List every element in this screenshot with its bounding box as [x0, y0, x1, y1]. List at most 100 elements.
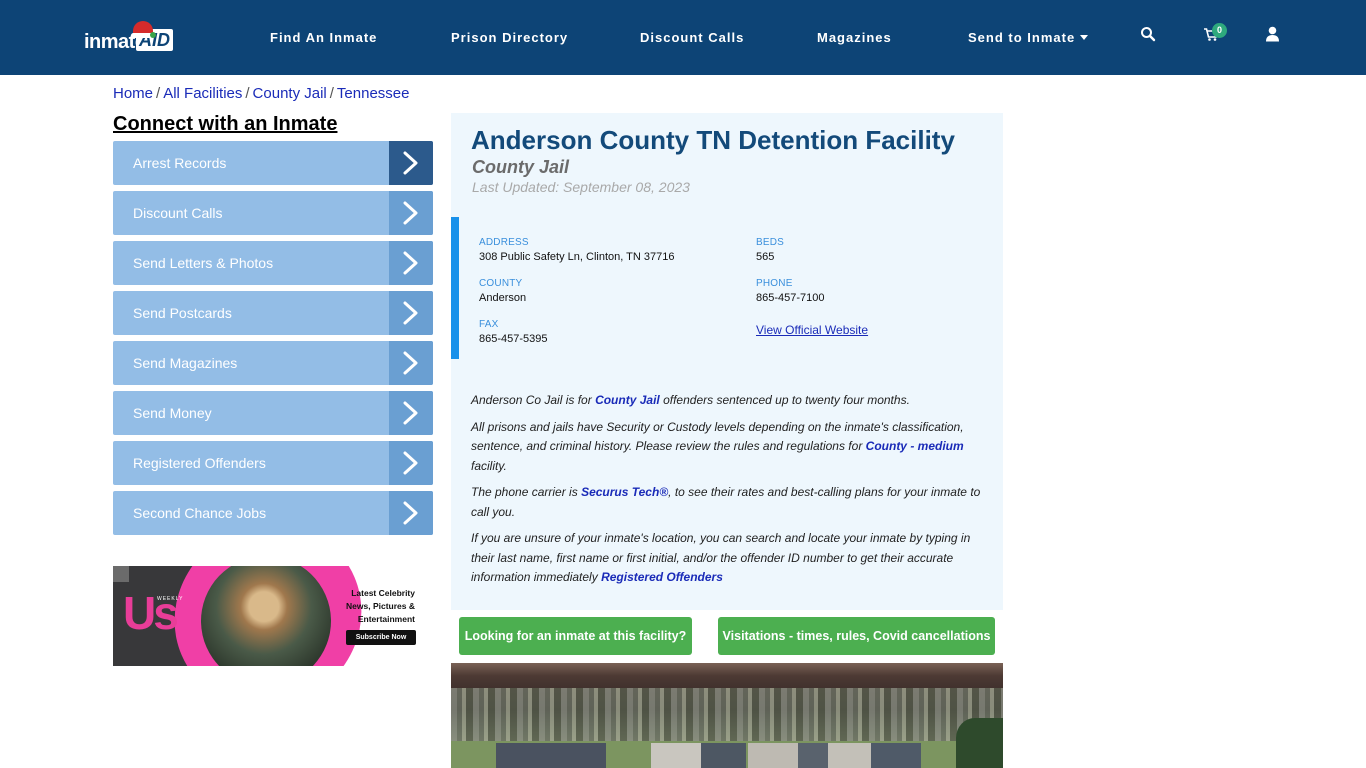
breadcrumb: Home / All Facilities / County Jail / Tennesse… — [113, 85, 409, 102]
facility-panel: Anderson County TN Detention Facility Co… — [451, 113, 1003, 610]
official-website-link[interactable]: View Official Website — [756, 323, 868, 337]
chevron-right-icon — [403, 201, 418, 225]
chevron-right-icon — [403, 251, 418, 275]
breadcrumb-all-facilities[interactable]: All Facilities — [163, 85, 242, 102]
fax-field: FAX 865-457-5395 — [479, 319, 548, 345]
breadcrumb-separator: / — [245, 85, 250, 102]
address-field: ADDRESS 308 Public Safety Ln, Clinton, T… — [479, 237, 674, 263]
chevron-box — [389, 191, 433, 235]
phone-field: PHONE 865-457-7100 — [756, 278, 825, 304]
last-updated: Last Updated: September 08, 2023 — [472, 179, 690, 195]
facility-type: County Jail — [472, 157, 570, 177]
find-inmate-at-facility-button[interactable]: Looking for an inmate at this facility? — [459, 617, 692, 655]
chevron-right-icon — [403, 451, 418, 475]
description-paragraph: If you are unsure of your inmate's locat… — [471, 529, 981, 588]
sidebar-item-arrest-records[interactable]: Arrest Records — [113, 141, 433, 185]
breadcrumb-separator: / — [329, 85, 334, 102]
info-accent-bar — [451, 217, 459, 359]
county-jail-link[interactable]: County Jail — [595, 393, 660, 407]
sidebar-item-label: Arrest Records — [133, 155, 227, 171]
county-value: Anderson — [479, 292, 527, 304]
beds-label: BEDS — [756, 237, 785, 248]
chevron-box — [389, 291, 433, 335]
text: offenders sentenced up to twenty four mo… — [659, 393, 910, 407]
sidebar-title: Connect with an Inmate — [113, 113, 338, 135]
breadcrumb-tennessee[interactable]: Tennessee — [337, 85, 410, 102]
breadcrumb-separator: / — [156, 85, 161, 102]
chevron-right-icon — [403, 501, 418, 525]
county-label: COUNTY — [479, 278, 523, 289]
cart-count-badge: 0 — [1212, 23, 1227, 38]
search-button[interactable] — [1140, 26, 1160, 46]
text: The phone carrier is — [471, 485, 582, 499]
site-logo[interactable]: inmate AID — [84, 21, 180, 58]
sidebar-item-send-letters-photos[interactable]: Send Letters & Photos — [113, 241, 433, 285]
chevron-right-icon — [403, 301, 418, 325]
nav-send-to-inmate[interactable]: Send to Inmate — [968, 30, 1089, 45]
sidebar-item-label: Discount Calls — [133, 205, 223, 221]
account-button[interactable] — [1265, 26, 1285, 46]
phone-carrier-link[interactable]: Securus Tech® — [581, 485, 668, 499]
nav-magazines[interactable]: Magazines — [817, 30, 892, 45]
chevron-box — [389, 391, 433, 435]
ad-brand-sub: WEEKLY — [157, 596, 184, 602]
photo-trees — [451, 688, 1003, 748]
chevron-right-icon — [403, 351, 418, 375]
text: Anderson Co Jail is for — [471, 393, 596, 407]
address-label: ADDRESS — [479, 237, 529, 248]
chevron-box — [389, 441, 433, 485]
user-icon — [1266, 26, 1279, 42]
nav-send-to-inmate-label: Send to Inmate — [968, 30, 1076, 45]
sidebar-item-label: Send Postcards — [133, 305, 232, 321]
photo-tree — [956, 718, 1003, 768]
chevron-box — [389, 241, 433, 285]
chevron-right-icon — [403, 151, 418, 175]
sidebar-item-send-postcards[interactable]: Send Postcards — [113, 291, 433, 335]
sidebar-item-send-magazines[interactable]: Send Magazines — [113, 341, 433, 385]
photo-building — [496, 743, 606, 768]
sidebar-item-registered-offenders[interactable]: Registered Offenders — [113, 441, 433, 485]
breadcrumb-county-jail[interactable]: County Jail — [253, 85, 327, 102]
website-field: View Official Website — [756, 321, 868, 339]
sidebar-item-discount-calls[interactable]: Discount Calls — [113, 191, 433, 235]
address-value: 308 Public Safety Ln, Clinton, TN 37716 — [479, 251, 675, 263]
sidebar-menu: Arrest Records Discount Calls Send Lette… — [113, 141, 433, 541]
visitations-button[interactable]: Visitations - times, rules, Covid cancel… — [718, 617, 995, 655]
chevron-right-icon — [403, 401, 418, 425]
breadcrumb-home[interactable]: Home — [113, 85, 153, 102]
sidebar-item-send-money[interactable]: Send Money — [113, 391, 433, 435]
facility-info-box: ADDRESS 308 Public Safety Ln, Clinton, T… — [451, 217, 1003, 359]
photo-building — [651, 743, 701, 768]
ad-headline: Latest Celebrity News, Pictures & Entert… — [346, 588, 415, 624]
nav-discount-calls[interactable]: Discount Calls — [640, 30, 744, 45]
santa-hat-pom — [150, 32, 156, 38]
fax-value: 865-457-5395 — [479, 333, 548, 345]
photo-building — [748, 743, 798, 768]
ad-subscribe-button[interactable]: Subscribe Now — [346, 630, 416, 645]
nav-find-an-inmate[interactable]: Find An Inmate — [270, 30, 377, 45]
us-weekly-ad-banner[interactable]: Us WEEKLY Latest Celebrity News, Picture… — [113, 566, 423, 666]
top-navbar: inmate AID Find An Inmate Prison Directo… — [0, 0, 1366, 75]
phone-value: 865-457-7100 — [756, 292, 825, 304]
nav-prison-directory[interactable]: Prison Directory — [451, 30, 568, 45]
sidebar-item-label: Second Chance Jobs — [133, 505, 267, 521]
description-paragraph: Anderson Co Jail is for County Jail offe… — [471, 391, 981, 411]
sidebar-item-label: Send Letters & Photos — [133, 255, 274, 271]
registered-offenders-link[interactable]: Registered Offenders — [601, 570, 723, 584]
sidebar-item-second-chance-jobs[interactable]: Second Chance Jobs — [113, 491, 433, 535]
sidebar-item-label: Send Money — [133, 405, 212, 421]
facility-aerial-photo — [451, 663, 1003, 768]
text: facility. — [471, 458, 507, 473]
chevron-box — [389, 491, 433, 535]
description-paragraph: All prisons and jails have Security or C… — [471, 418, 981, 477]
chevron-box — [389, 341, 433, 385]
beds-value: 565 — [756, 251, 775, 263]
photo-building — [798, 743, 828, 768]
sidebar-item-label: Registered Offenders — [133, 455, 266, 471]
ad-corner — [113, 566, 129, 582]
facility-description: Anderson Co Jail is for County Jail offe… — [471, 391, 981, 595]
search-icon — [1141, 27, 1156, 42]
security-level-link[interactable]: County - medium — [866, 439, 964, 453]
caret-down-icon — [1080, 35, 1089, 40]
photo-building — [701, 743, 746, 768]
